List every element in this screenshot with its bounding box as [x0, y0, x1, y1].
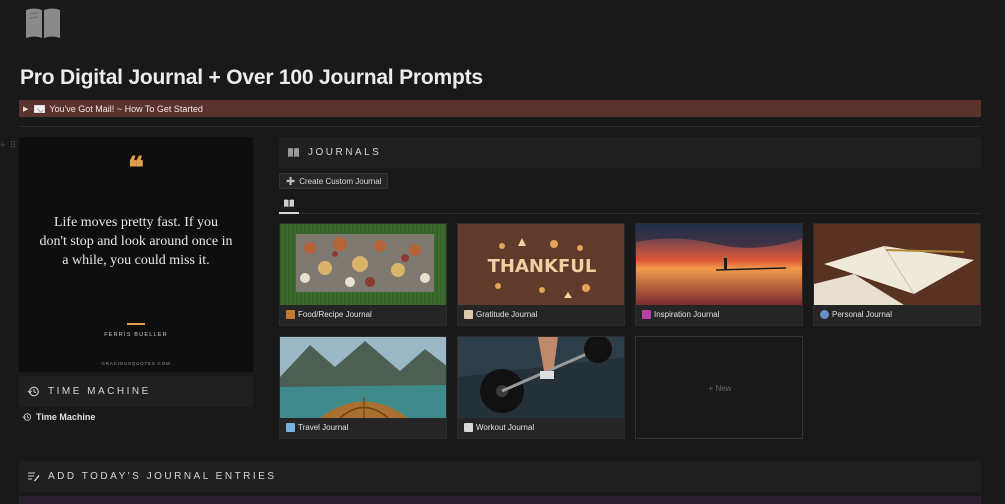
- journals-header: JOURNALS: [279, 137, 981, 168]
- journal-entries-header: ADD TODAY'S JOURNAL ENTRIES: [19, 461, 981, 492]
- quote-mark-icon: ❝: [127, 151, 145, 186]
- journal-card-food[interactable]: Food/Recipe Journal: [279, 223, 447, 326]
- quote-image: ❝ Life moves pretty fast. If you don't s…: [19, 137, 253, 372]
- quote-divider: [127, 323, 145, 325]
- thankful-text: THANKFUL: [488, 256, 597, 277]
- person-icon: [820, 310, 829, 319]
- new-journal-card[interactable]: + New: [635, 336, 803, 439]
- inspiration-cover-image: [636, 224, 802, 305]
- toggle-triangle-icon[interactable]: ▶: [23, 105, 28, 113]
- card-title: Gratitude Journal: [476, 310, 538, 319]
- card-title: Workout Journal: [476, 423, 535, 432]
- mail-icon: [34, 104, 46, 113]
- time-machine-link[interactable]: Time Machine: [22, 412, 95, 422]
- getting-started-toggle[interactable]: ▶ You've Got Mail! ~ How To Get Started: [19, 100, 981, 117]
- book-icon: [26, 8, 60, 38]
- journal-card-workout[interactable]: Workout Journal: [457, 336, 625, 439]
- journal-card-personal[interactable]: Personal Journal: [813, 223, 981, 326]
- quote-text: Life moves pretty fast. If you don't sto…: [39, 215, 233, 268]
- quote-author: FERRIS BUELLER: [104, 332, 168, 338]
- card-label: Workout Journal: [464, 423, 534, 432]
- workout-cover-image: [458, 337, 624, 418]
- card-label: Travel Journal: [286, 423, 348, 432]
- sparkle-icon: [642, 310, 651, 319]
- time-machine-link-label: Time Machine: [36, 412, 96, 422]
- card-label: Food/Recipe Journal: [286, 310, 372, 319]
- create-button-label: Create Custom Journal: [299, 176, 382, 186]
- card-label: Inspiration Journal: [642, 310, 719, 319]
- new-label: + New: [708, 384, 732, 393]
- journal-card-gratitude[interactable]: THANKFUL Gratitude Journal: [457, 223, 625, 326]
- food-icon: [286, 310, 295, 319]
- journals-title: JOURNALS: [308, 147, 382, 158]
- create-custom-journal-button[interactable]: ✚ Create Custom Journal: [279, 173, 389, 189]
- entries-database-strip: [19, 496, 981, 504]
- divider: [19, 126, 981, 127]
- card-title: Inspiration Journal: [654, 310, 720, 319]
- journal-entries-title: ADD TODAY'S JOURNAL ENTRIES: [48, 471, 277, 482]
- gallery-view-tab[interactable]: [281, 197, 297, 210]
- personal-cover-image: [814, 224, 980, 305]
- card-title: Travel Journal: [298, 423, 349, 432]
- journal-card-travel[interactable]: Travel Journal: [279, 336, 447, 439]
- travel-cover-image: [280, 337, 446, 418]
- history-icon: [27, 386, 39, 397]
- food-cover-image: [280, 224, 446, 305]
- view-tab-indicator: [279, 212, 299, 214]
- meditation-icon: [464, 310, 473, 319]
- view-tab-divider: [279, 213, 981, 214]
- time-machine-title: TIME MACHINE: [48, 386, 151, 397]
- weightlifter-icon: [464, 423, 473, 432]
- airplane-icon: [286, 423, 295, 432]
- quote-site: GRACIOUSQUOTES.COM: [101, 361, 171, 366]
- plus-icon: ✚: [286, 175, 296, 188]
- card-title: Food/Recipe Journal: [298, 310, 372, 319]
- history-icon: [22, 413, 32, 421]
- gratitude-cover-image: THANKFUL: [458, 224, 624, 305]
- time-machine-header: TIME MACHINE: [19, 376, 253, 407]
- book-icon: [288, 148, 299, 157]
- card-title: Personal Journal: [832, 310, 893, 319]
- drag-handle-icon[interactable]: + ⠿: [0, 140, 17, 151]
- card-label: Gratitude Journal: [464, 310, 537, 319]
- journal-card-inspiration[interactable]: Inspiration Journal: [635, 223, 803, 326]
- list-edit-icon: [28, 472, 40, 482]
- toggle-label: You've Got Mail! ~ How To Get Started: [49, 103, 203, 114]
- page-title: Pro Digital Journal + Over 100 Journal P…: [20, 66, 483, 89]
- card-label: Personal Journal: [820, 310, 892, 319]
